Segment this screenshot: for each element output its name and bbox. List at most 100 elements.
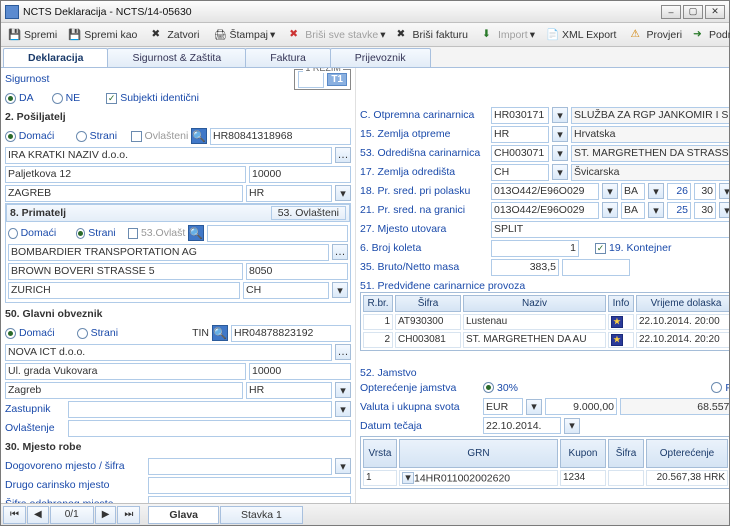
pick-icon[interactable]: ▾ bbox=[335, 185, 351, 201]
calendar-icon[interactable]: ▾ bbox=[564, 418, 580, 434]
lookup-icon[interactable]: 🔍 bbox=[188, 225, 204, 241]
close-file-button[interactable]: ✖Zatvori bbox=[146, 26, 204, 44]
identicni-checkbox[interactable] bbox=[106, 93, 117, 104]
table-row[interactable]: 2CH003081ST. MARGRETHEN DA AU★22.10.2014… bbox=[363, 332, 729, 348]
drugo-mjesto-input[interactable] bbox=[148, 477, 351, 494]
pick-icon[interactable]: ▾ bbox=[552, 164, 568, 180]
prim-domaci-radio[interactable] bbox=[8, 228, 18, 239]
p6-input[interactable] bbox=[491, 240, 579, 257]
maximize-button[interactable]: ▢ bbox=[683, 5, 703, 19]
obveznik-zemlja-input[interactable] bbox=[246, 382, 332, 399]
primatelj-grad-input[interactable] bbox=[8, 282, 240, 299]
ovlastenje-input[interactable] bbox=[68, 420, 351, 437]
zastupnik-input[interactable] bbox=[68, 401, 332, 418]
posiljatelj-grad-input[interactable] bbox=[5, 185, 243, 202]
p21-ba[interactable] bbox=[621, 202, 645, 219]
primatelj-zemlja-input[interactable] bbox=[243, 282, 329, 299]
posiljatelj-id-input[interactable] bbox=[210, 128, 351, 145]
p21-input[interactable] bbox=[491, 202, 599, 219]
obveznik-tin-input[interactable] bbox=[231, 325, 351, 342]
obveznik-adresa-input[interactable] bbox=[5, 363, 246, 380]
pick-icon[interactable]: ▾ bbox=[552, 145, 568, 161]
p18-input[interactable] bbox=[491, 183, 599, 200]
footer-tab-glava[interactable]: Glava bbox=[148, 506, 219, 524]
sifra-od-input[interactable] bbox=[148, 496, 351, 504]
p21-n1[interactable] bbox=[667, 202, 691, 219]
pick-icon[interactable]: ▾ bbox=[332, 282, 348, 298]
dog-mjesto-input[interactable] bbox=[148, 458, 332, 475]
obveznik-grad-input[interactable] bbox=[5, 382, 243, 399]
table-row[interactable]: 1AT930300Lustenau★22.10.2014. 20:00▾ bbox=[363, 314, 729, 330]
z15-sifra-input[interactable] bbox=[491, 126, 549, 143]
amt-input[interactable] bbox=[545, 398, 617, 415]
pick-icon[interactable]: ▾ bbox=[719, 183, 729, 199]
footer-tab-stavka[interactable]: Stavka 1 bbox=[220, 506, 303, 524]
pick-icon[interactable]: ▾ bbox=[719, 202, 729, 218]
obv-domaci-radio[interactable] bbox=[5, 328, 16, 339]
tab-sigurnost[interactable]: Sigurnost & Zaštita bbox=[107, 48, 246, 67]
p18-n1[interactable] bbox=[667, 183, 691, 200]
prim-strani-radio[interactable] bbox=[76, 228, 86, 239]
pick-icon[interactable]: ▾ bbox=[335, 458, 351, 474]
tab-deklaracija[interactable]: Deklaracija bbox=[3, 48, 108, 67]
z17-sifra-input[interactable] bbox=[491, 164, 549, 181]
pick-icon[interactable]: ▾ bbox=[402, 472, 414, 484]
prim-53ovl-checkbox[interactable] bbox=[128, 228, 138, 239]
lookup-icon[interactable]: 🔍 bbox=[191, 128, 207, 144]
nav-first-button[interactable]: ⏮ bbox=[3, 506, 26, 524]
p18-ba[interactable] bbox=[621, 183, 645, 200]
obveznik-posta-input[interactable] bbox=[249, 363, 351, 380]
minimize-button[interactable]: – bbox=[661, 5, 681, 19]
primatelj-id-input[interactable] bbox=[207, 225, 348, 242]
import-button[interactable]: ⬇Import▾ bbox=[477, 26, 540, 44]
more-icon[interactable]: … bbox=[335, 344, 351, 360]
pick-icon[interactable]: ▾ bbox=[552, 126, 568, 142]
p35-netto-input[interactable] bbox=[562, 259, 630, 276]
table-row[interactable]: 1▾14HR011002002620123420.567,38 HRK bbox=[363, 470, 729, 487]
c-sifra-input[interactable] bbox=[491, 107, 549, 124]
pos-ovlasteni-checkbox[interactable] bbox=[131, 131, 142, 142]
pick-icon[interactable]: ▾ bbox=[526, 399, 542, 415]
obveznik-naziv-input[interactable] bbox=[5, 344, 332, 361]
pick-icon[interactable]: ▾ bbox=[335, 401, 351, 417]
delete-all-items-button[interactable]: ✖Briši sve stavke▾ bbox=[284, 26, 390, 44]
lookup-icon[interactable]: 🔍 bbox=[212, 325, 228, 341]
obv-strani-radio[interactable] bbox=[77, 328, 88, 339]
save-button[interactable]: 💾Spremi bbox=[3, 26, 62, 44]
primatelj-adresa-input[interactable] bbox=[8, 263, 243, 280]
pick-icon[interactable]: ▾ bbox=[552, 107, 568, 123]
sigurnost-da-radio[interactable] bbox=[5, 93, 16, 104]
pick-icon[interactable]: ▾ bbox=[602, 183, 618, 199]
eu-icon[interactable]: ★ bbox=[611, 316, 623, 328]
kontejner-checkbox[interactable] bbox=[595, 243, 606, 254]
nav-last-button[interactable]: ⏭ bbox=[117, 506, 140, 524]
btn-53-ovlasteni[interactable]: 53. Ovlašteni bbox=[271, 206, 346, 220]
check-button[interactable]: ⚠Provjeri bbox=[625, 26, 687, 44]
sigurnost-ne-radio[interactable] bbox=[52, 93, 63, 104]
posiljatelj-naziv-input[interactable] bbox=[5, 147, 332, 164]
close-button[interactable]: ✕ bbox=[705, 5, 725, 19]
faktura-radio[interactable] bbox=[711, 382, 722, 393]
pos-strani-radio[interactable] bbox=[76, 131, 87, 142]
posiljatelj-zemlja-input[interactable] bbox=[246, 185, 332, 202]
posiljatelj-adresa-input[interactable] bbox=[5, 166, 246, 183]
tecaj-input[interactable] bbox=[483, 417, 561, 434]
p21-n2[interactable] bbox=[694, 202, 716, 219]
more-icon[interactable]: … bbox=[332, 244, 348, 260]
p27-input[interactable] bbox=[491, 221, 729, 238]
posiljatelj-posta-input[interactable] bbox=[249, 166, 351, 183]
nav-prev-button[interactable]: ◀ bbox=[27, 506, 49, 524]
tab-faktura[interactable]: Faktura bbox=[245, 48, 331, 67]
pick-icon[interactable]: ▾ bbox=[602, 202, 618, 218]
print-button[interactable]: 🖨Štampaj▾ bbox=[208, 26, 280, 44]
z53-sifra-input[interactable] bbox=[491, 145, 549, 162]
pos-domaci-radio[interactable] bbox=[5, 131, 16, 142]
submit-button[interactable]: ➜Podnesi bbox=[688, 26, 730, 44]
eu-icon[interactable]: ★ bbox=[611, 334, 623, 346]
p35-bruto-input[interactable] bbox=[491, 259, 559, 276]
rezim-prefix-input[interactable] bbox=[298, 71, 324, 88]
cur-input[interactable] bbox=[483, 398, 523, 415]
delete-invoice-button[interactable]: ✖Briši fakturu bbox=[392, 26, 473, 44]
nav-next-button[interactable]: ▶ bbox=[95, 506, 117, 524]
save-as-button[interactable]: 💾Spremi kao bbox=[63, 26, 142, 44]
